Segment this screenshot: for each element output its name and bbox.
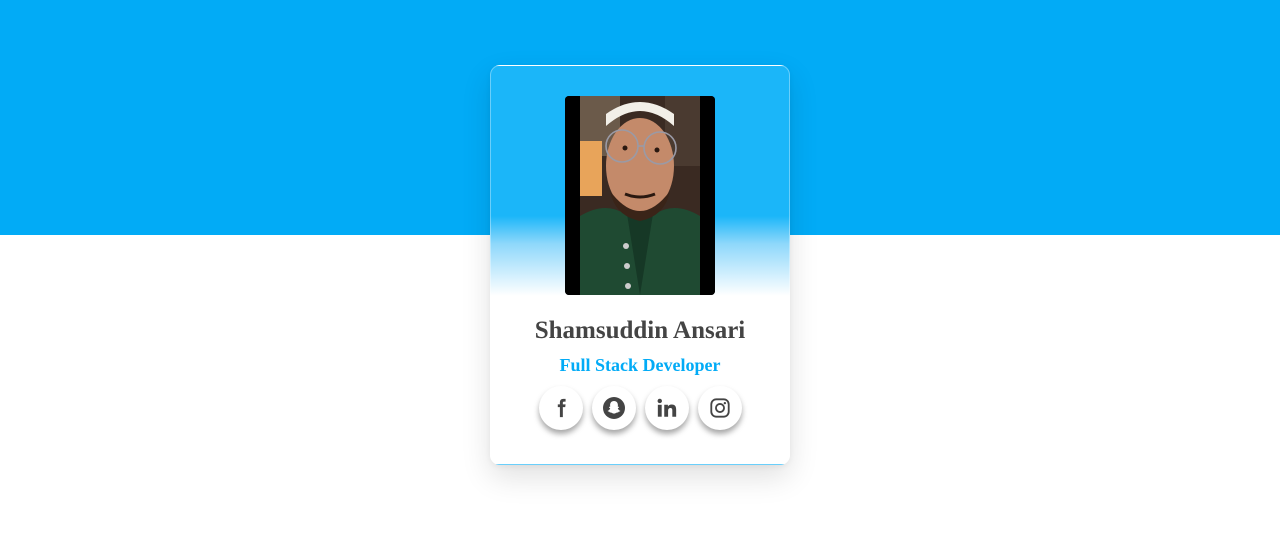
facebook-button[interactable] [539,386,583,430]
profile-card: Shamsuddin Ansari Full Stack Developer [490,65,790,465]
profile-photo [565,96,715,295]
facebook-icon [557,398,566,418]
snapchat-icon [603,397,625,419]
linkedin-button[interactable] [645,386,689,430]
page: Shamsuddin Ansari Full Stack Developer [0,0,1280,538]
instagram-button[interactable] [698,386,742,430]
instagram-icon [710,398,730,418]
linkedin-icon [657,398,677,417]
social-links [538,386,748,432]
snapchat-button[interactable] [592,386,636,430]
profile-role: Full Stack Developer [559,355,721,375]
profile-name: Shamsuddin Ansari [534,317,746,344]
